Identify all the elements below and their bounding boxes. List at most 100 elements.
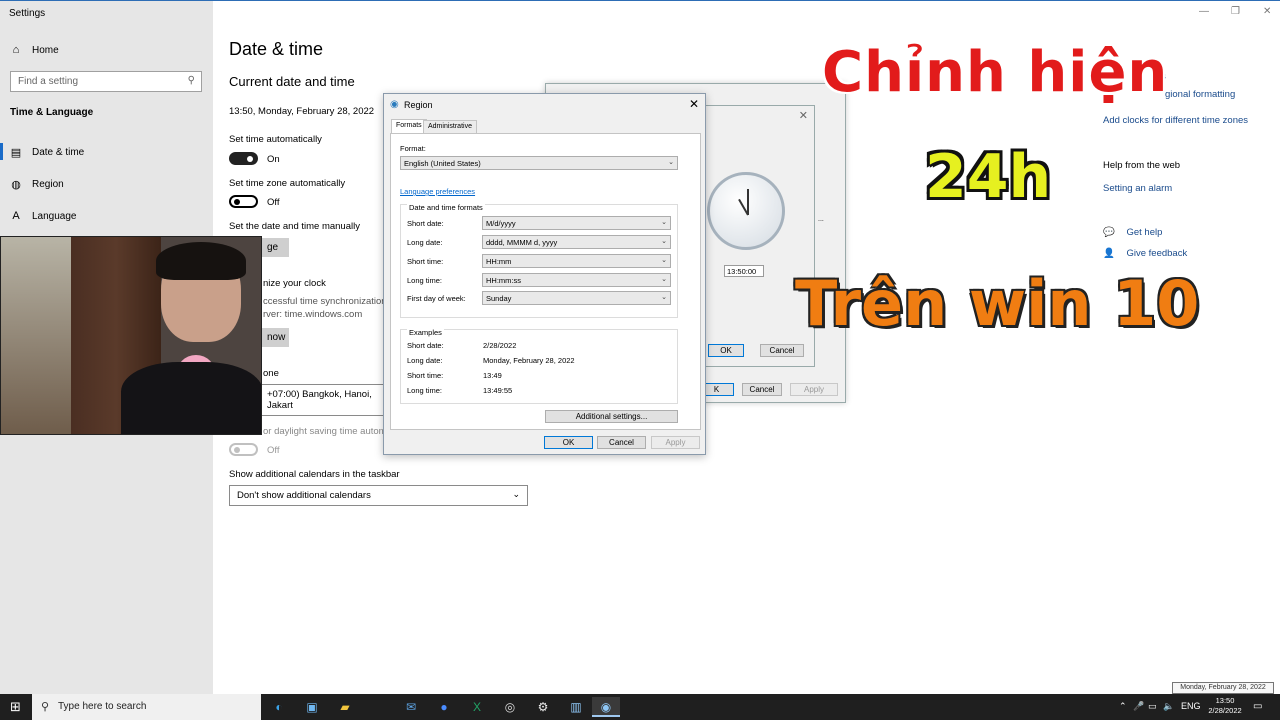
calendars-dropdown[interactable]: Don't show additional calendars ⌄ [229,485,528,506]
mail-icon[interactable]: ✉ [397,697,425,717]
tab-administrative[interactable]: Administrative [423,120,477,133]
sidebar-item-label: Date & time [32,147,85,158]
long-time-select[interactable]: HH:mm:ss ⌄ [482,273,671,287]
feedback-icon: 👤 [1103,248,1115,259]
close-icon[interactable]: ✕ [799,109,808,122]
webcam-wall [1,237,71,434]
dt-ok-button[interactable]: OK [708,344,744,357]
sidebar-item-date-time[interactable]: ▤ Date & time [10,146,84,159]
dt-apply-button-back[interactable]: Apply [790,383,838,396]
network-icon[interactable]: ▭ [1148,701,1157,712]
toggle-state: Off [267,197,280,208]
windows-start-icon[interactable]: ⊞ [10,699,21,715]
first-day-label: First day of week: [407,294,466,303]
short-time-label: Short time: [407,257,444,266]
short-date-value: M/d/yyyy [486,219,516,228]
taskbar: ⊞ ⚲ Type here to search ◐ ▣ ▰ ✉ ● X ◎ ⚙ … [0,694,1280,720]
region-cancel-button[interactable]: Cancel [597,436,646,449]
format-value: English (United States) [404,159,481,168]
input-language[interactable]: ENG [1181,701,1201,711]
taskbar-clock[interactable]: 13:50 2/28/2022 [1203,696,1247,716]
close-icon[interactable]: ✕ [689,97,699,111]
media-app-icon[interactable]: ◎ [496,697,524,717]
taskbar-search-box[interactable]: ⚲ Type here to search [32,694,261,720]
sync-server: rver: time.windows.com [263,309,363,320]
minimize-button[interactable]: — [1199,6,1209,17]
dt-cancel-button[interactable]: Cancel [760,344,804,357]
time-zone-dropdown[interactable]: +07:00) Bangkok, Hanoi, Jakart [259,384,389,416]
home-icon: ⌂ [12,44,20,56]
sidebar-item-label: Language [32,210,77,222]
globe-icon: ◍ [11,179,21,191]
group-title: Date and time formats [407,203,485,212]
related-link-clocks[interactable]: Add clocks for different time zones [1103,115,1248,126]
chevron-down-icon: ⌄ [512,489,520,499]
short-time-select[interactable]: HH:mm ⌄ [482,254,671,268]
taskbar-date: 2/28/2022 [1208,706,1242,715]
overlay-title-line2: 24h [925,142,1052,212]
toggle-knob [234,447,240,453]
additional-settings-button[interactable]: Additional settings... [545,410,678,423]
toggle-knob [234,199,240,205]
webcam-shirt [121,362,261,434]
dots-button[interactable]: ... [818,216,824,223]
help-link-alarm[interactable]: Setting an alarm [1103,183,1172,194]
calendar-clock-icon: ▤ [10,147,22,159]
dst-toggle[interactable] [229,443,258,456]
sidebar-item-region[interactable]: ◍ Region [10,178,64,191]
toggle-knob [247,156,253,162]
store-icon[interactable]: ▣ [298,697,326,717]
dt-cancel-button-back[interactable]: Cancel [742,383,782,396]
excel-icon[interactable]: X [463,697,491,717]
overlay-title-line3: Trên win 10 [795,267,1200,340]
chevron-up-icon[interactable]: ⌃ [1119,701,1127,712]
feedback-row[interactable]: 👤 Give feedback [1103,248,1187,259]
volume-icon[interactable]: 🔈 [1163,701,1174,712]
format-label: Format: [400,144,426,153]
language-preferences-link[interactable]: Language preferences [400,187,475,196]
long-time-label: Long time: [407,276,443,285]
notification-icon[interactable]: ▭ [1253,701,1262,712]
get-help-row[interactable]: 💬 Get help [1103,227,1162,238]
region-ok-button[interactable]: OK [544,436,593,449]
chat-icon: 💬 [1103,227,1115,238]
set-tz-auto-toggle[interactable] [229,195,258,208]
time-input[interactable]: 13:50:00 [724,265,764,277]
find-setting-input[interactable]: Find a setting ⚲ [10,71,202,92]
settings-gear-icon[interactable]: ⚙ [529,697,557,717]
time-zone-label: one [263,368,279,379]
search-icon: ⚲ [187,75,195,86]
example-label: Long time: [407,386,443,395]
region-app-icon[interactable]: ◉ [592,697,620,717]
nav-home[interactable]: ⌂ Home [10,44,59,56]
taskbar-search-placeholder: Type here to search [58,701,147,712]
restore-button[interactable]: ❐ [1231,6,1240,17]
control-panel-icon[interactable]: ▥ [562,697,590,717]
tab-formats[interactable]: Formats [391,119,427,134]
related-link-regional[interactable]: gional formatting [1165,89,1235,100]
sync-now-button[interactable]: now [259,328,289,347]
sidebar-item-label: Region [32,179,64,190]
dst-label: or daylight saving time autom [263,426,387,437]
format-select[interactable]: English (United States) ⌄ [400,156,678,170]
close-button[interactable]: ✕ [1263,6,1271,17]
short-date-select[interactable]: M/d/yyyy ⌄ [482,216,671,230]
help-title: Help from the web [1103,160,1181,171]
first-day-select[interactable]: Sunday ⌄ [482,291,671,305]
set-manual-label: Set the date and time manually [229,221,360,232]
change-button[interactable]: ge [259,238,289,257]
long-date-value: dddd, MMMM d, yyyy [486,238,558,247]
language-icon: A [12,210,20,222]
page-title: Date & time [229,39,324,59]
long-date-select[interactable]: dddd, MMMM d, yyyy ⌄ [482,235,671,249]
search-icon: ⚲ [41,701,50,713]
sidebar-item-language[interactable]: A Language [10,210,77,222]
example-label: Short date: [407,341,444,350]
microphone-icon[interactable]: 🎤 [1133,701,1144,712]
zalo-icon[interactable]: ● [430,697,458,717]
edge-icon[interactable]: ◐ [265,697,293,717]
region-apply-button[interactable]: Apply [651,436,700,449]
file-explorer-icon[interactable]: ▰ [331,697,359,717]
long-date-label: Long date: [407,238,443,247]
set-time-auto-toggle[interactable] [229,152,258,165]
